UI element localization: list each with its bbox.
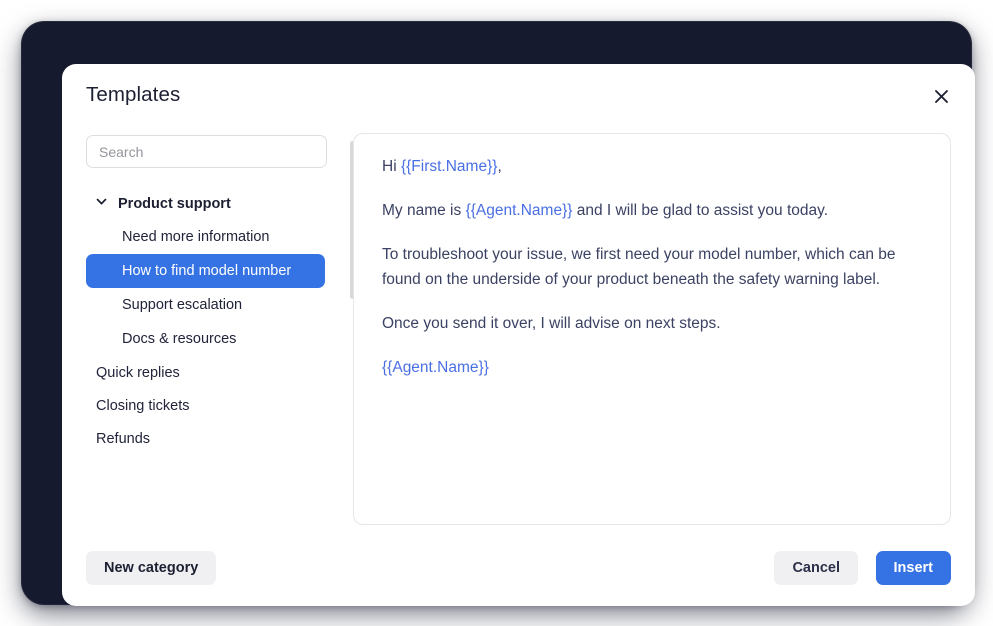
search-input[interactable] bbox=[86, 135, 327, 168]
template-item-need-more-information[interactable]: Need more information bbox=[86, 220, 325, 254]
cancel-button[interactable]: Cancel bbox=[774, 551, 858, 585]
category-row-label: Closing tickets bbox=[96, 397, 190, 414]
category-list: Product support Need more information Ho… bbox=[86, 187, 343, 535]
close-icon[interactable] bbox=[925, 80, 957, 112]
template-item-label: Need more information bbox=[122, 229, 270, 245]
category-header-product-support[interactable]: Product support bbox=[86, 187, 343, 220]
new-category-button[interactable]: New category bbox=[86, 551, 217, 585]
template-body-editor[interactable]: Hi {{First.Name}}, My name is {{Agent.Nam… bbox=[353, 133, 951, 525]
category-row-label: Quick replies bbox=[96, 364, 180, 381]
template-item-how-to-find-model-number[interactable]: How to find model number bbox=[86, 254, 325, 288]
sidebar: Product support Need more information Ho… bbox=[86, 135, 343, 535]
template-text-run: Once you send it over, I will advise on … bbox=[382, 315, 721, 332]
category-row-quick-replies[interactable]: Quick replies bbox=[86, 356, 343, 389]
chevron-down-icon bbox=[95, 195, 108, 213]
template-item-label: Support escalation bbox=[122, 297, 243, 313]
template-text-run: Hi bbox=[382, 158, 401, 175]
template-item-label: How to find model number bbox=[122, 263, 292, 279]
merge-token[interactable]: {{First.Name}} bbox=[401, 158, 498, 175]
dialog-header: Templates bbox=[62, 64, 975, 132]
template-text-run: My name is bbox=[382, 202, 466, 219]
category-row-label: Refunds bbox=[96, 430, 151, 447]
template-item-docs-resources[interactable]: Docs & resources bbox=[86, 322, 325, 356]
category-group-product-support: Product support Need more information Ho… bbox=[86, 187, 343, 356]
category-row-refunds[interactable]: Refunds bbox=[86, 422, 343, 455]
template-paragraph: My name is {{Agent.Name}} and I will be … bbox=[382, 198, 922, 223]
category-header-label: Product support bbox=[118, 195, 231, 212]
template-paragraph: To troubleshoot your issue, we first nee… bbox=[382, 242, 922, 292]
window-frame: Templates Product support bbox=[22, 22, 975, 606]
page-title: Templates bbox=[86, 83, 181, 106]
templates-dialog: Templates Product support bbox=[62, 64, 975, 606]
template-paragraph: Once you send it over, I will advise on … bbox=[382, 311, 922, 336]
template-item-support-escalation[interactable]: Support escalation bbox=[86, 288, 325, 322]
template-text-run: To troubleshoot your issue, we first nee… bbox=[382, 246, 896, 288]
template-text-run: and I will be glad to assist you today. bbox=[572, 202, 829, 219]
insert-button[interactable]: Insert bbox=[875, 551, 951, 585]
merge-token[interactable]: {{Agent.Name}} bbox=[466, 202, 573, 219]
template-paragraph: Hi {{First.Name}}, bbox=[382, 154, 922, 179]
template-paragraph: {{Agent.Name}} bbox=[382, 355, 922, 380]
merge-token[interactable]: {{Agent.Name}} bbox=[382, 359, 489, 376]
category-row-closing-tickets[interactable]: Closing tickets bbox=[86, 389, 343, 422]
dialog-footer: New category Cancel Insert bbox=[62, 530, 975, 606]
template-text-run: , bbox=[497, 158, 502, 175]
template-item-label: Docs & resources bbox=[122, 331, 237, 347]
